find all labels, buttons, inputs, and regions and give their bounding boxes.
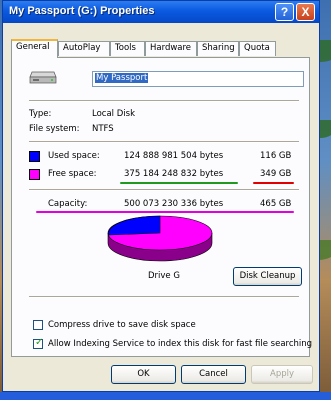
green-underline-annotation (120, 182, 238, 184)
magenta-underline-annotation (36, 211, 294, 213)
drive-icon (29, 71, 57, 84)
used-space-gb: 116 GB (260, 151, 292, 161)
free-space-swatch (29, 169, 40, 180)
checkmark-icon: ✓ (35, 337, 44, 348)
tab-sharing[interactable]: Sharing (197, 41, 239, 56)
tab-autoplay[interactable]: AutoPlay (58, 41, 110, 56)
disk-usage-pie-chart (107, 215, 213, 262)
divider (29, 296, 299, 298)
drive-letter-label: Drive G (148, 271, 180, 281)
cancel-button[interactable]: Cancel (181, 365, 246, 384)
divider (29, 100, 299, 102)
window-title: My Passport (G:) Properties (9, 5, 155, 17)
apply-button[interactable]: Apply (251, 365, 313, 384)
indexing-label: Allow Indexing Service to index this dis… (48, 339, 313, 349)
type-label: Type: (29, 109, 52, 119)
free-space-label: Free space: (48, 169, 97, 179)
free-space-bytes: 375 184 248 832 bytes (124, 169, 224, 179)
type-value: Local Disk (92, 109, 135, 119)
tab-hardware[interactable]: Hardware (145, 41, 197, 56)
title-bar[interactable]: My Passport (G:) Properties ? X (3, 1, 319, 23)
tab-tools[interactable]: Tools (110, 41, 145, 56)
indexing-checkbox[interactable]: ✓ (33, 337, 44, 349)
drive-name-value: My Passport (95, 73, 149, 83)
used-space-bytes: 124 888 981 504 bytes (124, 151, 224, 161)
taskbar (0, 392, 331, 400)
properties-window: My Passport (G:) Properties ? X General … (2, 0, 320, 392)
capacity-gb: 465 GB (260, 199, 292, 209)
drive-name-input[interactable]: My Passport (92, 71, 304, 87)
general-tab-panel: My Passport Type: Local Disk File system… (11, 57, 313, 357)
help-button[interactable]: ? (275, 3, 294, 21)
file-system-value: NTFS (92, 124, 114, 134)
capacity-label: Capacity: (48, 199, 88, 209)
tab-general[interactable]: General (11, 39, 58, 58)
capacity-bytes: 500 073 230 336 bytes (124, 199, 224, 209)
used-space-label: Used space: (48, 151, 100, 161)
tab-quota[interactable]: Quota (239, 41, 276, 56)
divider (29, 189, 299, 191)
compress-label: Compress drive to save disk space (48, 320, 196, 330)
disk-cleanup-button[interactable]: Disk Cleanup (233, 267, 302, 286)
used-space-swatch (29, 151, 40, 162)
file-system-label: File system: (29, 124, 80, 134)
divider (29, 141, 299, 143)
red-underline-annotation (253, 182, 294, 184)
ok-button[interactable]: OK (111, 365, 176, 384)
free-space-gb: 349 GB (260, 169, 292, 179)
compress-checkbox[interactable] (33, 320, 43, 330)
close-button[interactable]: X (296, 3, 315, 21)
